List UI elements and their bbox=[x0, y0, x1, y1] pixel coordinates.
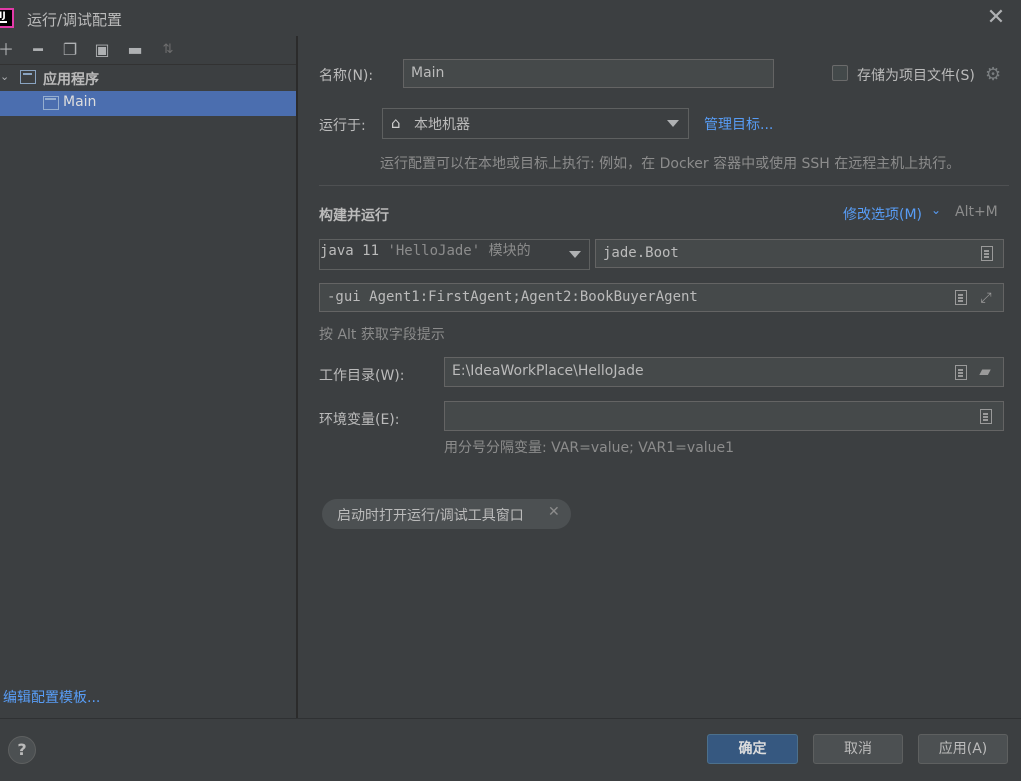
modify-options-shortcut: Alt+M bbox=[955, 204, 998, 220]
tree-group-label: 应用程序 bbox=[43, 72, 99, 88]
env-variables-input[interactable] bbox=[444, 401, 1004, 431]
browse-document-icon[interactable] bbox=[981, 246, 993, 261]
chevron-down-icon[interactable]: ⌄ bbox=[931, 203, 941, 217]
home-icon: ⌂ bbox=[391, 114, 401, 132]
env-variables-hint: 用分号分隔变量: VAR=value; VAR1=value1 bbox=[444, 440, 735, 456]
edit-env-icon[interactable] bbox=[980, 409, 992, 424]
new-folder-icon[interactable]: ▬ bbox=[125, 40, 145, 60]
add-icon[interactable]: ＋ bbox=[0, 40, 16, 60]
apply-button[interactable]: 应用(A) bbox=[918, 734, 1008, 764]
modify-options-link[interactable]: 修改选项(M) bbox=[843, 204, 922, 224]
main-class-value: jade.Boot bbox=[603, 245, 679, 261]
chevron-down-icon bbox=[667, 120, 679, 127]
working-directory-value: E:\IdeaWorkPlace\HelloJade bbox=[452, 363, 644, 379]
main-class-input[interactable]: jade.Boot bbox=[595, 239, 1004, 268]
copy-icon[interactable]: ❐ bbox=[60, 40, 80, 60]
chevron-down-icon[interactable]: ⌄ bbox=[0, 70, 9, 83]
working-directory-label: 工作目录(W): bbox=[319, 368, 405, 384]
config-toolbar: ＋ ━ ❐ ▣ ▬ ⇅ bbox=[0, 36, 296, 64]
expand-icon[interactable]: ⤢ bbox=[978, 289, 994, 307]
run-on-hint: 运行配置可以在本地或目标上执行: 例如，在 Docker 容器中或使用 SSH … bbox=[380, 156, 961, 172]
store-as-file-checkbox[interactable] bbox=[832, 65, 848, 81]
build-and-run-heading: 构建并运行 bbox=[319, 208, 389, 224]
jre-version: java 11 bbox=[320, 243, 380, 259]
manage-targets-link[interactable]: 管理目标... bbox=[704, 114, 773, 134]
close-icon[interactable]: ✕ bbox=[548, 504, 560, 520]
panel-divider[interactable] bbox=[296, 36, 298, 718]
env-variables-label: 环境变量(E): bbox=[319, 412, 400, 428]
application-config-icon bbox=[43, 96, 59, 110]
sort-icon[interactable]: ⇅ bbox=[158, 40, 178, 60]
jre-module: 'HelloJade' bbox=[387, 243, 481, 259]
window-title: 运行/调试配置 bbox=[27, 11, 123, 29]
run-on-value: 本地机器 bbox=[414, 117, 470, 133]
jre-select[interactable]: java 11 'HelloJade' 模块的 bbox=[319, 239, 590, 270]
divider bbox=[0, 64, 296, 65]
name-label: 名称(N): bbox=[319, 68, 374, 84]
cancel-button[interactable]: 取消 bbox=[813, 734, 903, 764]
intellij-logo-icon: IJ bbox=[0, 8, 14, 28]
chevron-down-icon bbox=[569, 251, 581, 258]
edit-templates-link[interactable]: 编辑配置模板... bbox=[3, 687, 100, 707]
run-on-label: 运行于: bbox=[319, 118, 366, 134]
program-arguments-value: -gui Agent1:FirstAgent;Agent2:BookBuyerA… bbox=[327, 289, 698, 305]
jre-select-value: java 11 'HelloJade' 模块的 bbox=[320, 243, 531, 259]
jre-suffix: 模块的 bbox=[488, 243, 531, 259]
tree-group-application[interactable]: ⌄ 应用程序 bbox=[0, 67, 296, 89]
name-input[interactable]: Main bbox=[403, 59, 774, 88]
tree-item-main[interactable]: Main bbox=[0, 91, 296, 116]
open-tool-window-chip[interactable]: 启动时打开运行/调试工具窗口 ✕ bbox=[322, 499, 571, 529]
folder-open-icon[interactable]: ▰ bbox=[977, 362, 993, 380]
divider bbox=[0, 718, 1021, 719]
title-bar: IJ 运行/调试配置 ✕ bbox=[0, 0, 1021, 36]
insert-macro-icon[interactable] bbox=[955, 290, 967, 305]
alt-hint: 按 Alt 获取字段提示 bbox=[319, 327, 445, 343]
name-input-value: Main bbox=[411, 65, 445, 81]
gear-icon[interactable]: ⚙ bbox=[985, 64, 1001, 85]
store-as-file-label[interactable]: 存储为项目文件(S) bbox=[857, 65, 975, 85]
remove-icon[interactable]: ━ bbox=[28, 40, 48, 60]
program-arguments-input[interactable]: -gui Agent1:FirstAgent;Agent2:BookBuyerA… bbox=[319, 283, 1004, 312]
save-icon[interactable]: ▣ bbox=[92, 40, 112, 60]
chip-label: 启动时打开运行/调试工具窗口 bbox=[337, 508, 524, 524]
application-group-icon bbox=[20, 70, 36, 84]
help-button[interactable]: ? bbox=[8, 736, 36, 764]
ok-button[interactable]: 确定 bbox=[707, 734, 798, 764]
working-directory-input[interactable]: E:\IdeaWorkPlace\HelloJade ▰ bbox=[444, 357, 1004, 387]
run-on-select[interactable]: ⌂ 本地机器 bbox=[382, 108, 689, 139]
close-icon[interactable]: ✕ bbox=[986, 7, 1006, 29]
insert-macro-icon[interactable] bbox=[955, 365, 967, 380]
tree-item-label: Main bbox=[63, 94, 97, 110]
divider bbox=[319, 185, 1009, 186]
